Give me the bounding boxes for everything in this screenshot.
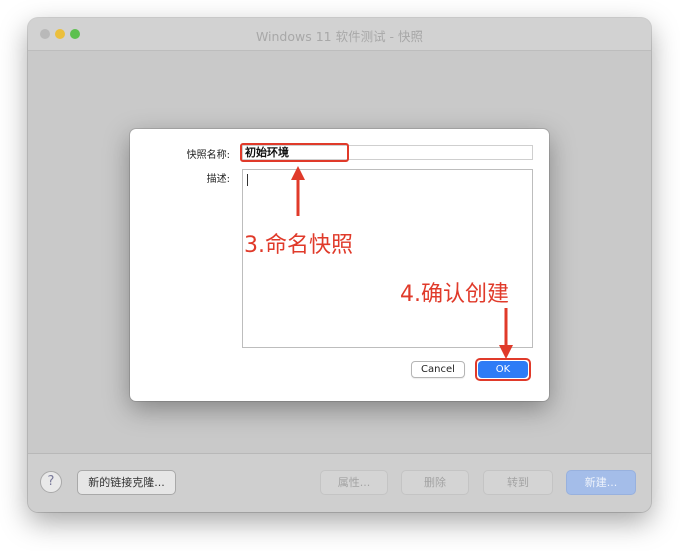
arrow-down-icon — [499, 308, 513, 359]
arrow-up-icon — [291, 166, 305, 216]
step3-annotation: 3.命名快照 — [244, 233, 353, 258]
step4-annotation: 4.确认创建 — [400, 282, 509, 307]
annotation-arrows — [291, 166, 513, 359]
